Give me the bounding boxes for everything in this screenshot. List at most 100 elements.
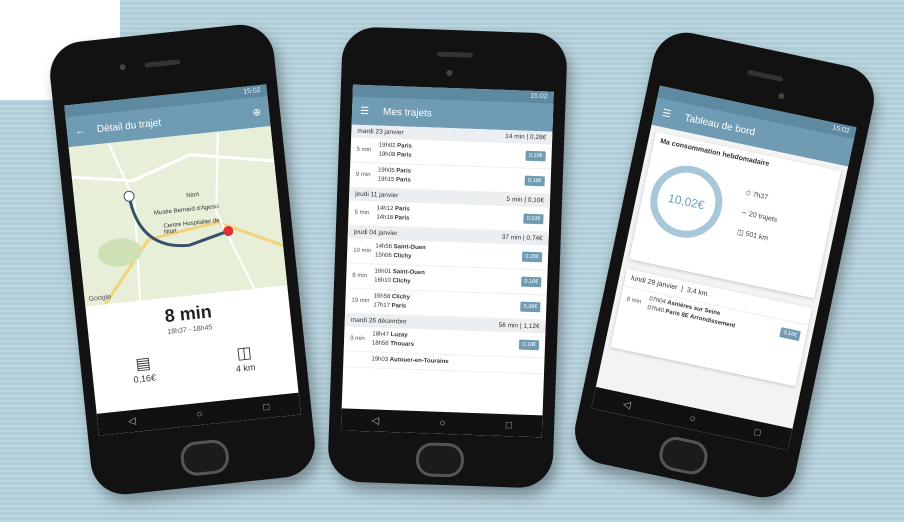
day-date: mardi 26 décembre — [350, 316, 407, 326]
end-place: Paris — [395, 177, 411, 184]
status-time: 15:02 — [831, 124, 851, 135]
end-time: 17h17 — [373, 302, 391, 310]
trip-price: 0,18€ — [524, 175, 545, 187]
end-time: 15h06 — [374, 252, 392, 260]
trip-price: 0,18€ — [519, 339, 540, 351]
end-time: 19h08 — [378, 151, 396, 159]
back-nav-icon[interactable]: ◁ — [128, 415, 137, 427]
end-place: Paris — [396, 152, 412, 159]
start-time: 18h47 — [372, 331, 390, 339]
time-stat: 7h37 — [751, 191, 769, 202]
start-time: 16h58 — [373, 293, 391, 301]
camera — [446, 69, 453, 77]
camera — [777, 92, 785, 100]
screen: 15:02 ← Détail du trajet ⊕ Niort Musée B… — [64, 84, 301, 436]
menu-icon[interactable]: ☰ — [360, 105, 369, 116]
trip-duration — [349, 359, 371, 360]
app-bar: 15:02 ☰ Mes trajets — [351, 84, 554, 132]
map-drawing — [68, 126, 288, 307]
start-place: Luzay — [390, 332, 408, 339]
speaker — [747, 69, 784, 83]
start-time: 19h03 — [371, 356, 389, 363]
home-button[interactable] — [179, 438, 231, 478]
trip-duration: 9 min — [350, 335, 365, 343]
trip-duration: 9 min — [355, 171, 371, 179]
start-time: 14h12 — [376, 205, 394, 213]
camera — [119, 63, 126, 71]
day-distance: 3,4 km — [686, 286, 709, 299]
trip-duration: 5 min — [354, 209, 370, 217]
back-arrow-icon[interactable]: ← — [74, 125, 85, 137]
end-place: Thouars — [390, 341, 415, 348]
end-place: Paris — [391, 303, 407, 310]
screen: 15:02 ☰ Mes trajets mardi 23 janvier 14 … — [340, 84, 554, 438]
start-place: Saint-Ouen — [392, 269, 425, 277]
trip-duration: 19 min — [351, 297, 370, 305]
recents-nav-icon[interactable]: □ — [754, 427, 762, 439]
start-time: 19h02 — [378, 142, 396, 150]
home-nav-icon[interactable]: ○ — [689, 413, 697, 425]
menu-icon[interactable]: ☰ — [661, 107, 672, 120]
recents-nav-icon[interactable]: □ — [263, 401, 270, 413]
screen-title: Détail du trajet — [96, 117, 162, 135]
nav-bar: ◁ ○ □ — [96, 392, 301, 436]
stopwatch-icon: ⏱ — [744, 189, 752, 198]
start-place: Autouer-en-Touraine — [389, 357, 449, 366]
distance-value: 4 km — [235, 361, 256, 374]
start-place: Paris — [397, 143, 412, 150]
day-summary: 5 min | 0,10€ — [506, 196, 545, 205]
consumption-ring: 10,02€ — [643, 158, 730, 245]
location-icon[interactable]: ⊕ — [252, 107, 261, 119]
amount-value: 10,02€ — [666, 191, 706, 213]
back-nav-icon[interactable]: ◁ — [622, 399, 632, 411]
day-date: jeudi 04 janvier — [353, 228, 398, 238]
status-time: 15:02 — [530, 92, 548, 101]
price-tag-icon: ▤ — [134, 354, 152, 374]
end-place: Clichy — [392, 278, 411, 285]
end-time: 14h18 — [376, 214, 394, 222]
end-time: 07h40 — [646, 304, 665, 315]
end-time: 19h15 — [377, 176, 395, 184]
end-time: 16h10 — [374, 277, 391, 285]
screen-title: Tableau de bord — [683, 112, 757, 138]
start-time: 16h01 — [374, 268, 392, 276]
trips-list: mardi 23 janvier 14 min | 0,28€ 5 min 19… — [342, 124, 553, 416]
screen-title: Mes trajets — [382, 106, 433, 119]
book-icon: ◫ — [235, 344, 253, 363]
start-place: Saint-Ouen — [393, 244, 426, 252]
day-summary: 14 min | 0,28€ — [505, 132, 547, 142]
start-place: Paris — [396, 168, 412, 175]
start-place: Clichy — [391, 294, 411, 301]
speaker — [437, 51, 474, 58]
route-icon: ∽ — [740, 209, 748, 218]
book-icon: ◫ — [736, 228, 745, 238]
start-time: 14h56 — [375, 243, 393, 251]
speaker — [144, 59, 181, 68]
end-place: Clichy — [393, 253, 412, 260]
recents-nav-icon[interactable]: □ — [506, 420, 512, 431]
phone-trip-detail: 15:02 ← Détail du trajet ⊕ Niort Musée B… — [46, 21, 319, 498]
home-nav-icon[interactable]: ○ — [196, 408, 203, 420]
day-date: jeudi 11 janvier — [355, 190, 399, 200]
phone-my-trips: 15:02 ☰ Mes trajets mardi 23 janvier 14 … — [327, 26, 568, 489]
back-nav-icon[interactable]: ◁ — [371, 415, 379, 426]
trip-duration: 10 min — [353, 247, 372, 255]
end-place: Paris — [394, 215, 410, 222]
trip-price: 0,16€ — [521, 276, 542, 288]
status-time: 15:02 — [242, 86, 262, 96]
day-date: mardi 23 janvier — [357, 127, 404, 137]
price-value: 0,16€ — [133, 372, 157, 385]
trip-price: 0,20€ — [522, 251, 543, 263]
start-time: 19h05 — [377, 167, 395, 175]
trip-price: 0,10€ — [523, 213, 544, 225]
trip-duration: 8 min — [626, 296, 642, 306]
start-time: 07h04 — [648, 296, 667, 306]
map-view[interactable]: Niort Musée Bernard d'Agesci Centre Hosp… — [68, 126, 288, 307]
home-button[interactable] — [415, 442, 465, 478]
start-place: Paris — [394, 206, 410, 213]
trip-price: 0,38€ — [520, 301, 541, 313]
home-button[interactable] — [656, 434, 711, 478]
home-nav-icon[interactable]: ○ — [439, 417, 445, 428]
km-stat: 501 km — [744, 230, 769, 243]
trip-duration: 5 min — [356, 146, 372, 154]
